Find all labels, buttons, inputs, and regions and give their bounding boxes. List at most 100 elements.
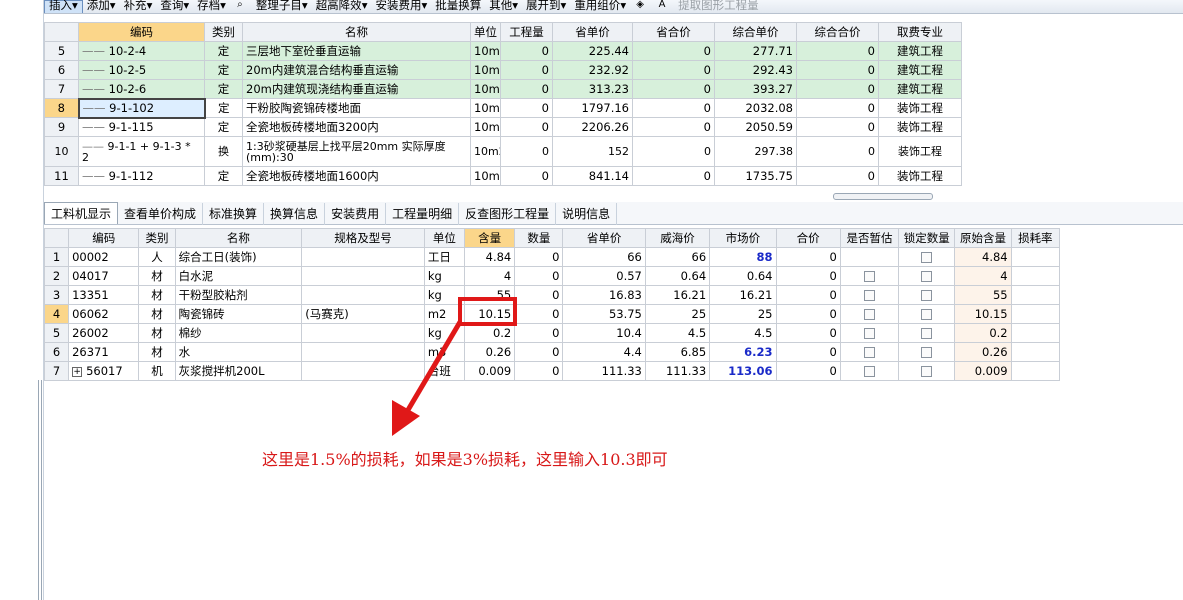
cell-total[interactable]: 0	[632, 41, 715, 61]
cell-weihai[interactable]: 16.21	[644, 285, 711, 305]
cell-code[interactable]: 06062	[68, 304, 140, 324]
cell-unit[interactable]: 10m2	[470, 79, 501, 99]
cell-amount[interactable]: 0	[514, 323, 564, 343]
cell-type[interactable]: 材	[138, 285, 176, 305]
cell-unit[interactable]: 10m2	[470, 117, 501, 137]
row-number[interactable]: 6	[44, 60, 79, 80]
row-number[interactable]: 3	[43, 285, 70, 305]
toolbar-item-10[interactable]: 其他▾	[485, 0, 522, 13]
tab-4[interactable]: 安装费用	[325, 203, 387, 225]
row-number[interactable]: 4	[43, 304, 70, 324]
cell-comp_total[interactable]: 0	[796, 136, 879, 167]
cell-orig[interactable]: 0.2	[954, 323, 1012, 343]
cell-lock[interactable]	[898, 323, 956, 343]
cell-orig[interactable]: 4	[954, 266, 1012, 286]
cell-code[interactable]: 13351	[68, 285, 140, 305]
toolbar-item-12[interactable]: 重用组价▾	[570, 0, 630, 13]
cell-qty[interactable]: 0	[500, 60, 553, 80]
column-header[interactable]: 锁定数量	[898, 228, 956, 248]
cell-code[interactable]: —— 10-2-4	[78, 41, 205, 61]
cell-comp_total[interactable]: 0	[796, 117, 879, 137]
cell-qty[interactable]: 0	[500, 98, 553, 118]
cell-name[interactable]: 灰浆搅拌机200L	[174, 361, 303, 381]
cell-qty[interactable]: 0	[500, 117, 553, 137]
table-row[interactable]: 7 +56017 机灰浆搅拌机200L 台班 0.009 0 111.33 111.33 113…	[43, 361, 1061, 381]
checkbox[interactable]	[863, 347, 875, 358]
checkbox[interactable]	[863, 290, 875, 301]
cell-name[interactable]: 全瓷地板砖楼地面3200内	[242, 117, 471, 137]
cell-type[interactable]: 定	[204, 166, 243, 186]
column-header[interactable]: 数量	[514, 228, 564, 248]
cell-est[interactable]	[839, 323, 900, 343]
cell-type[interactable]: 定	[204, 41, 243, 61]
cell-name[interactable]: 水	[174, 342, 303, 362]
column-header[interactable]: 综合合价	[796, 22, 879, 42]
cell-total[interactable]: 0	[632, 166, 715, 186]
cell-price[interactable]: 2206.26	[552, 117, 633, 137]
binoculars-button[interactable]: ⌕	[230, 0, 252, 13]
table-row[interactable]: 11—— 9-1-112 定 全瓷地板砖楼地面1600内 10m2 0 841.14 0 17…	[44, 166, 962, 186]
cell-market[interactable]: 113.06	[709, 361, 777, 381]
cell-content[interactable]: 4.84	[464, 247, 516, 267]
cell-loss[interactable]	[1010, 323, 1061, 343]
column-header[interactable]: 工程量	[500, 22, 553, 42]
column-header[interactable]: 类别	[138, 228, 176, 248]
cell-type[interactable]: 材	[138, 304, 176, 324]
cell-comp_price[interactable]: 277.71	[714, 41, 797, 61]
cell-price[interactable]: 4.4	[562, 342, 646, 362]
cell-est[interactable]	[839, 285, 900, 305]
column-header[interactable]: 类别	[204, 22, 243, 42]
cell-name[interactable]: 20m内建筑混合结构垂直运输	[242, 60, 471, 80]
cell-name[interactable]: 干粉胶陶瓷锦砖楼地面	[242, 98, 471, 118]
cell-price[interactable]: 232.92	[552, 60, 633, 80]
cell-unit[interactable]: 10m2	[470, 60, 501, 80]
cell-qty[interactable]: 0	[500, 41, 553, 61]
table-row[interactable]: 5—— 10-2-4 定 三层地下室砼垂直运输 10m2 0 225.44 0 277.71 0…	[44, 41, 962, 61]
checkbox[interactable]	[921, 271, 933, 282]
fill-color-button[interactable]: ◈	[630, 0, 652, 13]
cell-qty[interactable]: 0	[500, 79, 553, 99]
column-header[interactable]: 损耗率	[1010, 228, 1061, 248]
horizontal-scrollbar[interactable]	[833, 193, 933, 200]
cell-lock[interactable]	[898, 285, 956, 305]
cell-unit[interactable]: 10m2	[470, 136, 501, 167]
column-header[interactable]: 取费专业	[878, 22, 962, 42]
cell-code[interactable]: +56017	[68, 361, 140, 381]
cell-price[interactable]: 225.44	[552, 41, 633, 61]
tab-3[interactable]: 换算信息	[264, 203, 326, 225]
cell-est[interactable]	[839, 304, 900, 324]
cell-unit[interactable]: 工日	[423, 247, 466, 267]
cell-total[interactable]: 0	[632, 98, 715, 118]
checkbox[interactable]	[921, 309, 933, 320]
cell-orig[interactable]: 0.009	[954, 361, 1012, 381]
tab-1[interactable]: 查看单价构成	[118, 203, 204, 225]
cell-spec[interactable]: 建筑工程	[878, 60, 962, 80]
cell-name[interactable]: 综合工日(装饰)	[174, 247, 303, 267]
cell-type[interactable]: 人	[138, 247, 176, 267]
toolbar-item-11[interactable]: 展开到▾	[522, 0, 570, 13]
cell-market[interactable]: 16.21	[709, 285, 777, 305]
checkbox[interactable]	[921, 366, 933, 377]
cell-name[interactable]: 全瓷地板砖楼地面1600内	[242, 166, 471, 186]
cell-est[interactable]	[839, 361, 900, 381]
toolbar-item-2[interactable]: 补充▾	[120, 0, 157, 13]
column-header[interactable]: 名称	[242, 22, 471, 42]
cell-est[interactable]	[839, 247, 900, 267]
cell-total[interactable]: 0	[632, 79, 715, 99]
cell-amount[interactable]: 0	[514, 266, 564, 286]
cell-total[interactable]: 0	[775, 285, 841, 305]
tab-5[interactable]: 工程量明细	[386, 203, 460, 225]
cell-comp_total[interactable]: 0	[796, 60, 879, 80]
cell-orig[interactable]: 0.26	[954, 342, 1012, 362]
cell-amount[interactable]: 0	[514, 247, 564, 267]
cell-spec[interactable]: 装饰工程	[878, 117, 962, 137]
cell-comp_total[interactable]: 0	[796, 41, 879, 61]
column-header[interactable]: 省合价	[632, 22, 715, 42]
cell-qty[interactable]: 0	[500, 136, 553, 167]
cell-spec[interactable]	[301, 285, 425, 305]
cell-market[interactable]: 4.5	[709, 323, 777, 343]
toolbar-item-0[interactable]: 插入▾	[44, 0, 83, 13]
table-row[interactable]: 6 26371 材水 m3 0.26 0 4.4 6.85 6.23 0 0.26	[43, 342, 1061, 362]
table-row[interactable]: 5 26002 材棉纱 kg 0.2 0 10.4 4.5 4.5 0 0.2	[43, 323, 1061, 343]
cell-weihai[interactable]: 25	[644, 304, 711, 324]
